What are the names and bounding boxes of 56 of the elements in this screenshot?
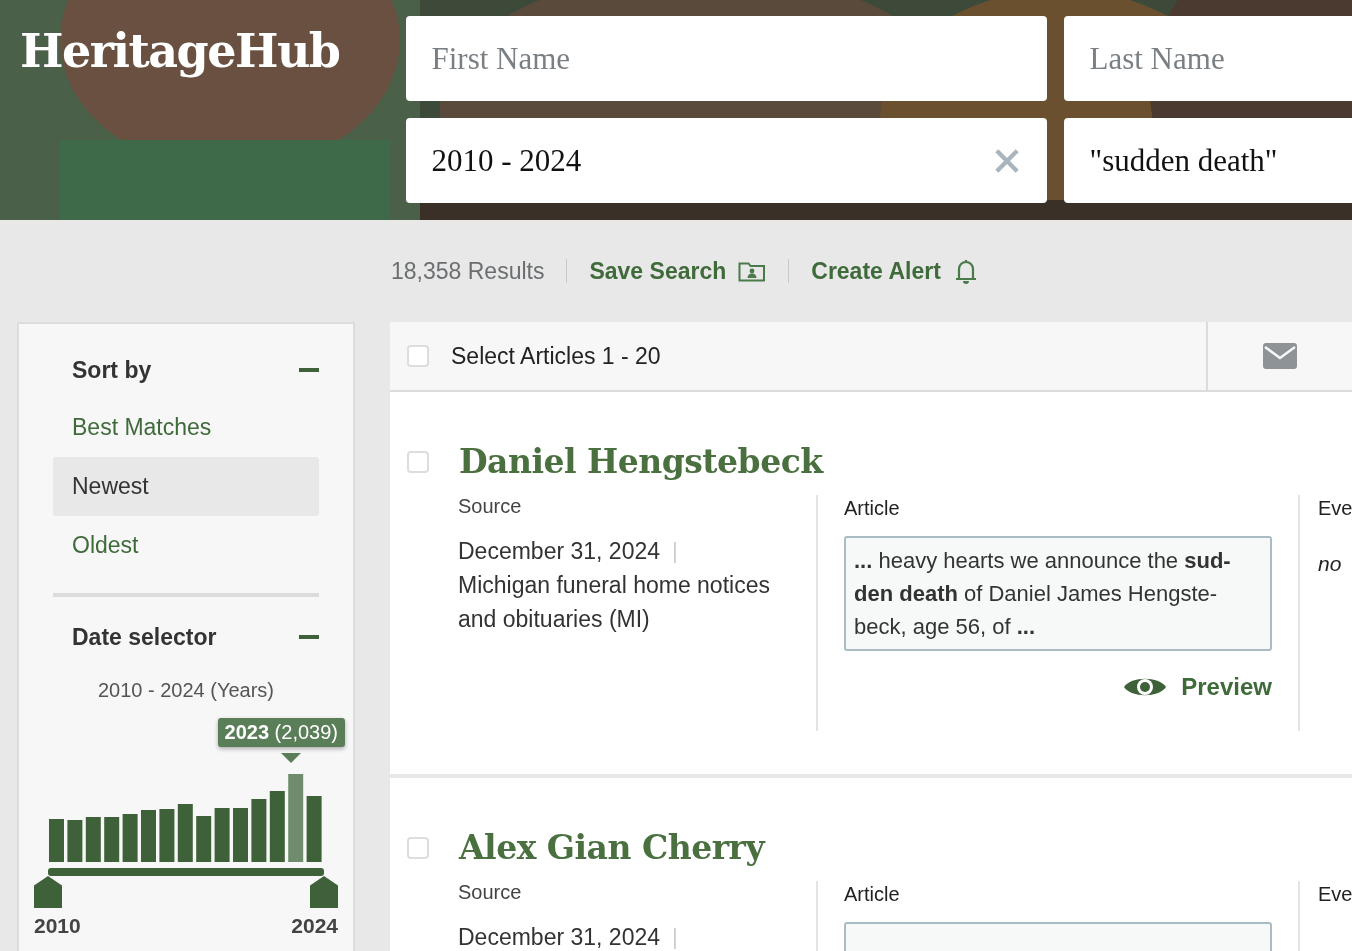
date-text: December 31, 2024 <box>458 923 660 951</box>
section-title: Sort by <box>72 356 152 384</box>
search-field[interactable]: "sudden death" <box>1063 118 1352 203</box>
histogram-bar[interactable] <box>104 817 120 862</box>
separator: | <box>672 924 678 950</box>
site-logo[interactable]: HeritageHub <box>20 24 340 203</box>
separator: | <box>672 538 678 564</box>
slider-handle[interactable] <box>34 876 62 908</box>
search-field[interactable]: Last Name <box>1063 16 1352 101</box>
histogram-bar[interactable] <box>177 804 193 862</box>
column-label: Article <box>844 497 901 520</box>
save-search-link[interactable]: Save Search <box>589 257 727 285</box>
create-alert-link[interactable]: Create Alert <box>811 257 941 285</box>
date-text: December 31, 2024 <box>458 537 660 566</box>
histogram-bar[interactable] <box>269 791 285 862</box>
sort-option[interactable]: Best Matches <box>53 398 319 457</box>
checkbox[interactable] <box>407 836 429 859</box>
column-label: Source <box>458 881 523 904</box>
slider-handle[interactable] <box>310 876 338 908</box>
folder-icon[interactable] <box>738 260 767 282</box>
search-field[interactable]: First Name <box>405 16 1047 101</box>
search-field[interactable]: 2010 - 2024 <box>405 118 1047 203</box>
histogram-bar[interactable] <box>122 814 138 862</box>
histogram-bar[interactable] <box>251 799 267 862</box>
tooltip: 2023 (2,039) <box>217 718 345 747</box>
tooltip-pointer <box>281 753 301 763</box>
year-label: 2010 <box>34 914 81 938</box>
histogram-bar[interactable] <box>85 817 101 862</box>
preview-link[interactable]: Preview <box>1123 673 1272 701</box>
column-label: Eve <box>1318 883 1352 906</box>
checkbox[interactable] <box>407 345 429 367</box>
column-label: Article <box>844 883 901 906</box>
section-title: Date selector <box>72 623 217 651</box>
column-label: Source <box>458 495 523 518</box>
histogram-bar[interactable] <box>159 809 175 862</box>
select-label: Select Articles 1 - 20 <box>451 342 662 370</box>
results-count: 18,358 Results <box>391 257 545 285</box>
record-name-link[interactable]: Alex Gian Cherry <box>459 828 765 867</box>
slider-track[interactable] <box>48 868 324 876</box>
date-range-label: 2010 - 2024 (Years) <box>96 679 275 702</box>
article-snippet: ... heavy hearts we announce the sud-den death of Daniel James Hengste-beck, age 56, of ... <box>844 536 1272 651</box>
histogram-bar[interactable] <box>67 820 83 862</box>
clear-icon[interactable] <box>993 148 1020 174</box>
sort-option[interactable]: Newest <box>53 457 319 516</box>
source-text: Michigan funeral home notices and obituaries (MI) <box>458 571 771 634</box>
histogram-bar[interactable] <box>196 816 212 862</box>
sort-option[interactable]: Oldest <box>53 516 319 575</box>
histogram-bar[interactable] <box>306 796 322 862</box>
histogram-bar[interactable] <box>214 808 230 862</box>
event-text: no <box>1318 552 1343 576</box>
mail-icon[interactable] <box>1263 343 1298 369</box>
histogram-bar[interactable] <box>288 774 304 862</box>
checkbox[interactable] <box>407 450 429 473</box>
year-label: 2024 <box>291 914 338 938</box>
record-name-link[interactable]: Daniel Hengstebeck <box>459 442 823 481</box>
column-label: Eve <box>1318 497 1352 520</box>
